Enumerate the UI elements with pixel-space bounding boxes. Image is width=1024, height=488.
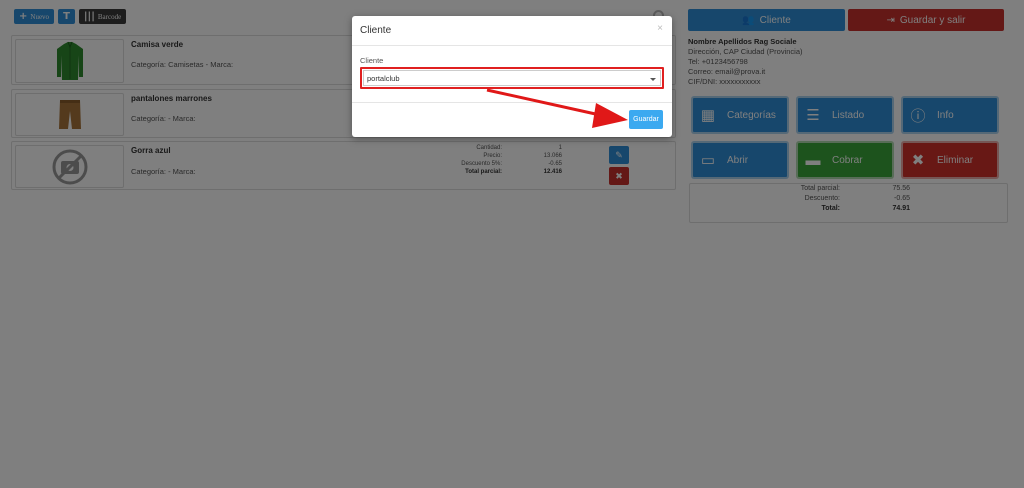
client-field-label: Cliente [360, 56, 384, 65]
close-icon[interactable]: × [657, 23, 663, 34]
modal-divider [352, 102, 672, 103]
modal-header: Cliente × [352, 16, 672, 46]
chevron-down-icon [650, 78, 656, 81]
client-select-highlight: portalclub [360, 67, 664, 89]
client-select[interactable]: portalclub [363, 70, 661, 86]
client-select-value: portalclub [367, 73, 400, 83]
client-modal: Cliente × Cliente portalclub Guardar [352, 16, 672, 137]
modal-title: Cliente [360, 25, 392, 36]
save-button[interactable]: Guardar [629, 110, 663, 129]
